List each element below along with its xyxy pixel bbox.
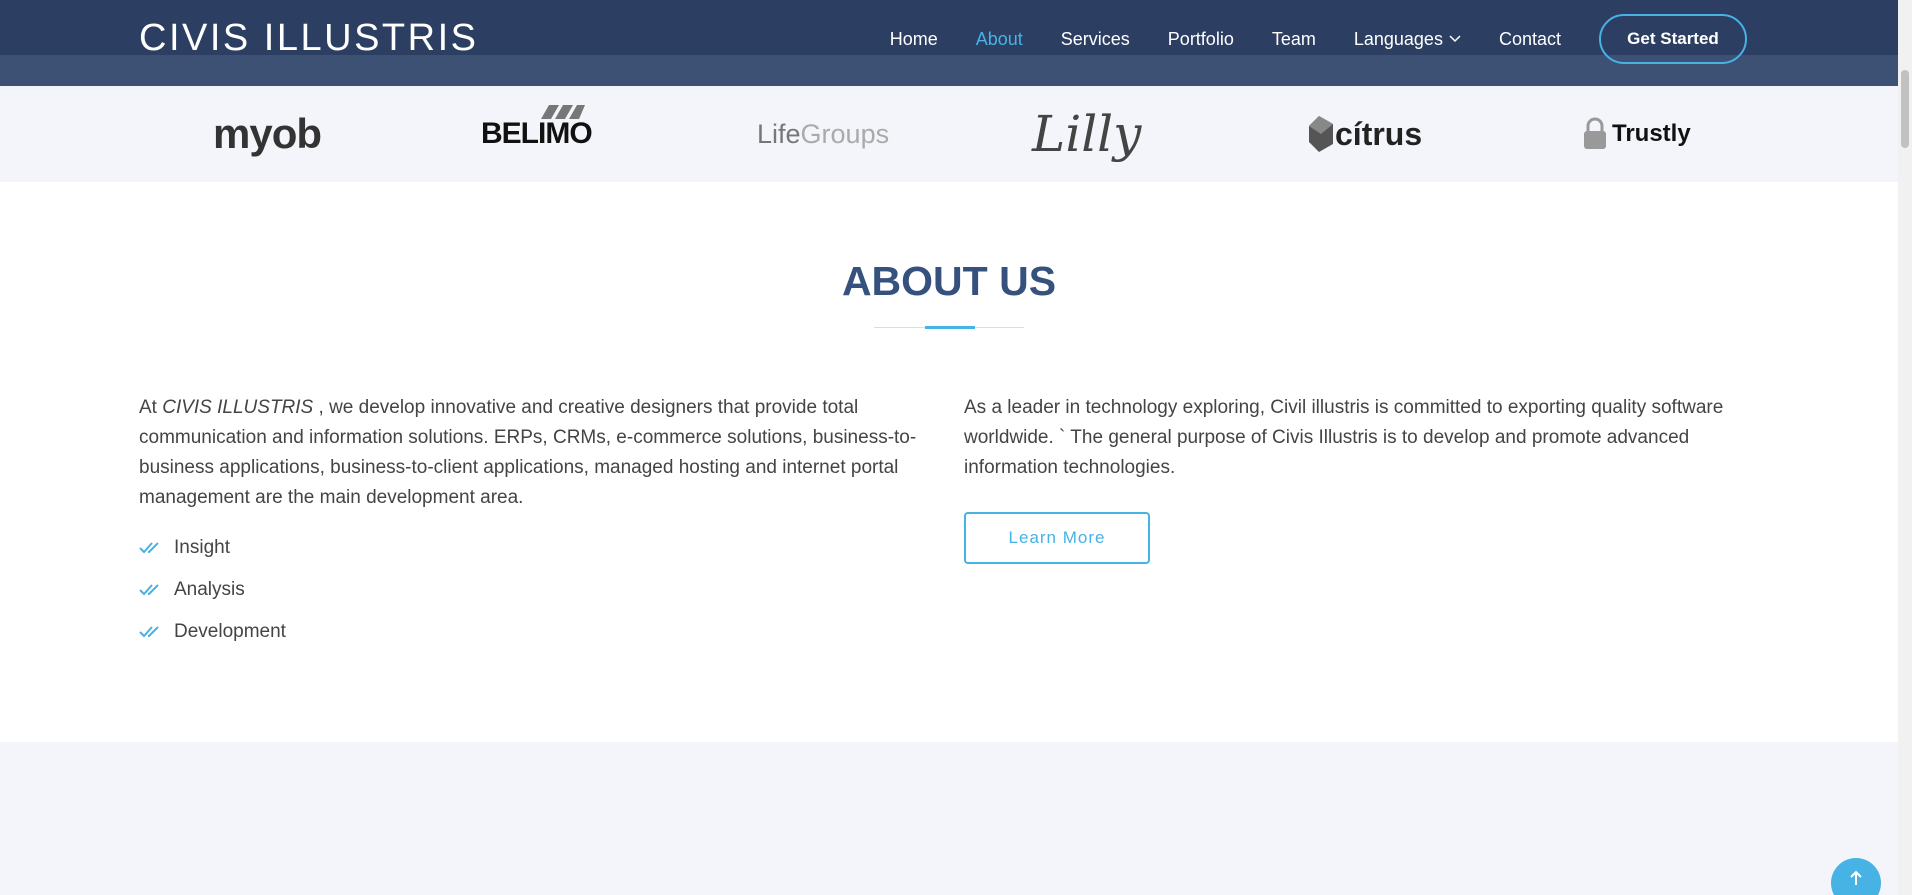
- citrus-wordmark: cítrus: [1335, 115, 1423, 152]
- site-logo[interactable]: CIVIS ILLUSTRIS: [139, 17, 478, 60]
- nav-home-label: Home: [889, 28, 938, 49]
- about-intro-paragraph: At CIVIS ILLUSTRIS , we develop innovati…: [139, 393, 939, 513]
- lifegroups-groups: Groups: [800, 118, 890, 149]
- feature-list: Insight Analysis Development: [139, 527, 939, 653]
- list-item-label: Analysis: [174, 579, 245, 600]
- myob-wordmark: myob: [213, 110, 322, 157]
- trustly-wordmark: Trustly: [1612, 120, 1691, 147]
- main-nav: Home About Services Portfolio Team Langu…: [852, 14, 1747, 64]
- lifegroups-life: Life: [757, 118, 801, 149]
- nav-languages-label: Languages: [1353, 28, 1443, 49]
- client-logo-belimo: BELIMO: [481, 86, 593, 182]
- nav-about[interactable]: About: [976, 29, 1023, 50]
- about-right-column: As a leader in technology exploring, Civ…: [964, 393, 1764, 564]
- chevron-down-icon: [1449, 35, 1461, 43]
- citrus-shape-icon: [1309, 116, 1333, 152]
- back-to-top-button[interactable]: [1831, 858, 1881, 895]
- nav-services[interactable]: Services: [1061, 29, 1130, 50]
- lifegroups-wordmark: LifeGroups: [757, 119, 889, 150]
- lilly-wordmark: Lilly: [1032, 105, 1142, 163]
- double-check-icon: [139, 584, 159, 596]
- nav-contact[interactable]: Contact: [1499, 29, 1561, 50]
- nav-languages[interactable]: Languages: [1354, 29, 1461, 50]
- arrow-up-icon: [1850, 870, 1862, 885]
- about-title: ABOUT US: [841, 258, 1057, 304]
- client-logo-lilly: Lilly: [1032, 86, 1141, 182]
- client-logo-lifegroups: LifeGroups: [757, 86, 889, 182]
- title-accent-bar: [925, 326, 975, 329]
- list-item-label: Development: [174, 621, 286, 642]
- nav-home[interactable]: Home: [890, 29, 938, 50]
- list-item: Insight: [139, 527, 939, 569]
- double-check-icon: [139, 626, 159, 638]
- nav-team[interactable]: Team: [1272, 29, 1316, 50]
- intro-prefix: At: [139, 397, 163, 418]
- intro-brand: CIVIS ILLUSTRIS: [162, 397, 314, 418]
- list-item: Development: [139, 611, 939, 653]
- belimo-mark: BELIMO: [481, 105, 593, 151]
- page-scrollbar[interactable]: [1898, 0, 1912, 895]
- about-right-paragraph: As a leader in technology exploring, Civ…: [964, 397, 1724, 478]
- about-left-column: At CIVIS ILLUSTRIS , we develop innovati…: [139, 393, 939, 653]
- belimo-wordmark: BELIMO: [481, 117, 593, 150]
- nav-contact-label: Contact: [1498, 28, 1561, 49]
- nav-portfolio[interactable]: Portfolio: [1168, 29, 1234, 50]
- nav-services-label: Services: [1060, 28, 1130, 49]
- list-item-label: Insight: [174, 537, 230, 558]
- client-logo-citrus: cítrus: [1309, 86, 1422, 182]
- site-header: CIVIS ILLUSTRIS Home About Services Port…: [0, 0, 1898, 86]
- belimo-stripes-icon: [541, 105, 585, 119]
- double-check-icon: [139, 542, 159, 554]
- get-started-button[interactable]: Get Started: [1599, 14, 1747, 64]
- nav-about-label: About: [975, 28, 1023, 49]
- nav-team-label: Team: [1271, 28, 1316, 49]
- about-section: ABOUT US At CIVIS ILLUSTRIS , we develop…: [0, 182, 1898, 742]
- list-item: Analysis: [139, 569, 939, 611]
- trustly-lock-icon: [1584, 117, 1606, 149]
- client-logo-trustly: Trustly: [1582, 86, 1691, 182]
- clients-strip: myob BELIMO LifeGroups Lilly cítrus Trus…: [0, 86, 1898, 182]
- learn-more-button[interactable]: Learn More: [964, 512, 1150, 564]
- scrollbar-thumb[interactable]: [1901, 70, 1909, 148]
- nav-portfolio-label: Portfolio: [1167, 28, 1234, 49]
- client-logo-myob: myob: [213, 86, 322, 182]
